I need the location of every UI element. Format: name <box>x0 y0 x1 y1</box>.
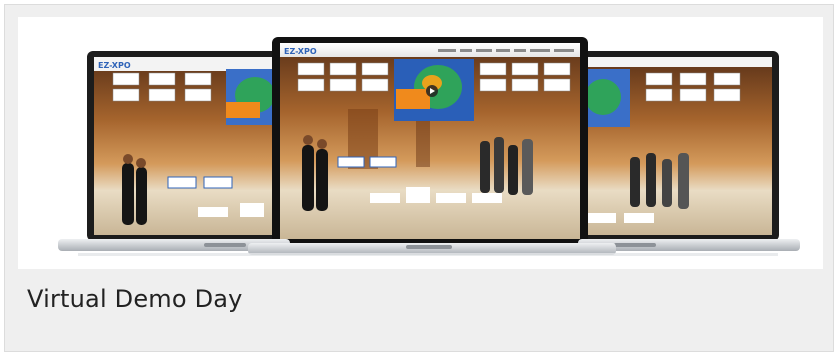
card-caption[interactable]: Virtual Demo Day <box>27 285 243 313</box>
image-card[interactable]: EZ-XPO EZ-XPO Virtual Demo Day <box>4 4 834 352</box>
laptop-center: EZ-XPO <box>272 37 588 247</box>
laptop-left: EZ-XPO <box>87 51 292 241</box>
laptops-image: EZ-XPO EZ-XPO <box>18 17 823 269</box>
logo-left: EZ-XPO <box>98 61 131 70</box>
logo-center: EZ-XPO <box>284 47 317 56</box>
laptop-right <box>574 51 779 241</box>
